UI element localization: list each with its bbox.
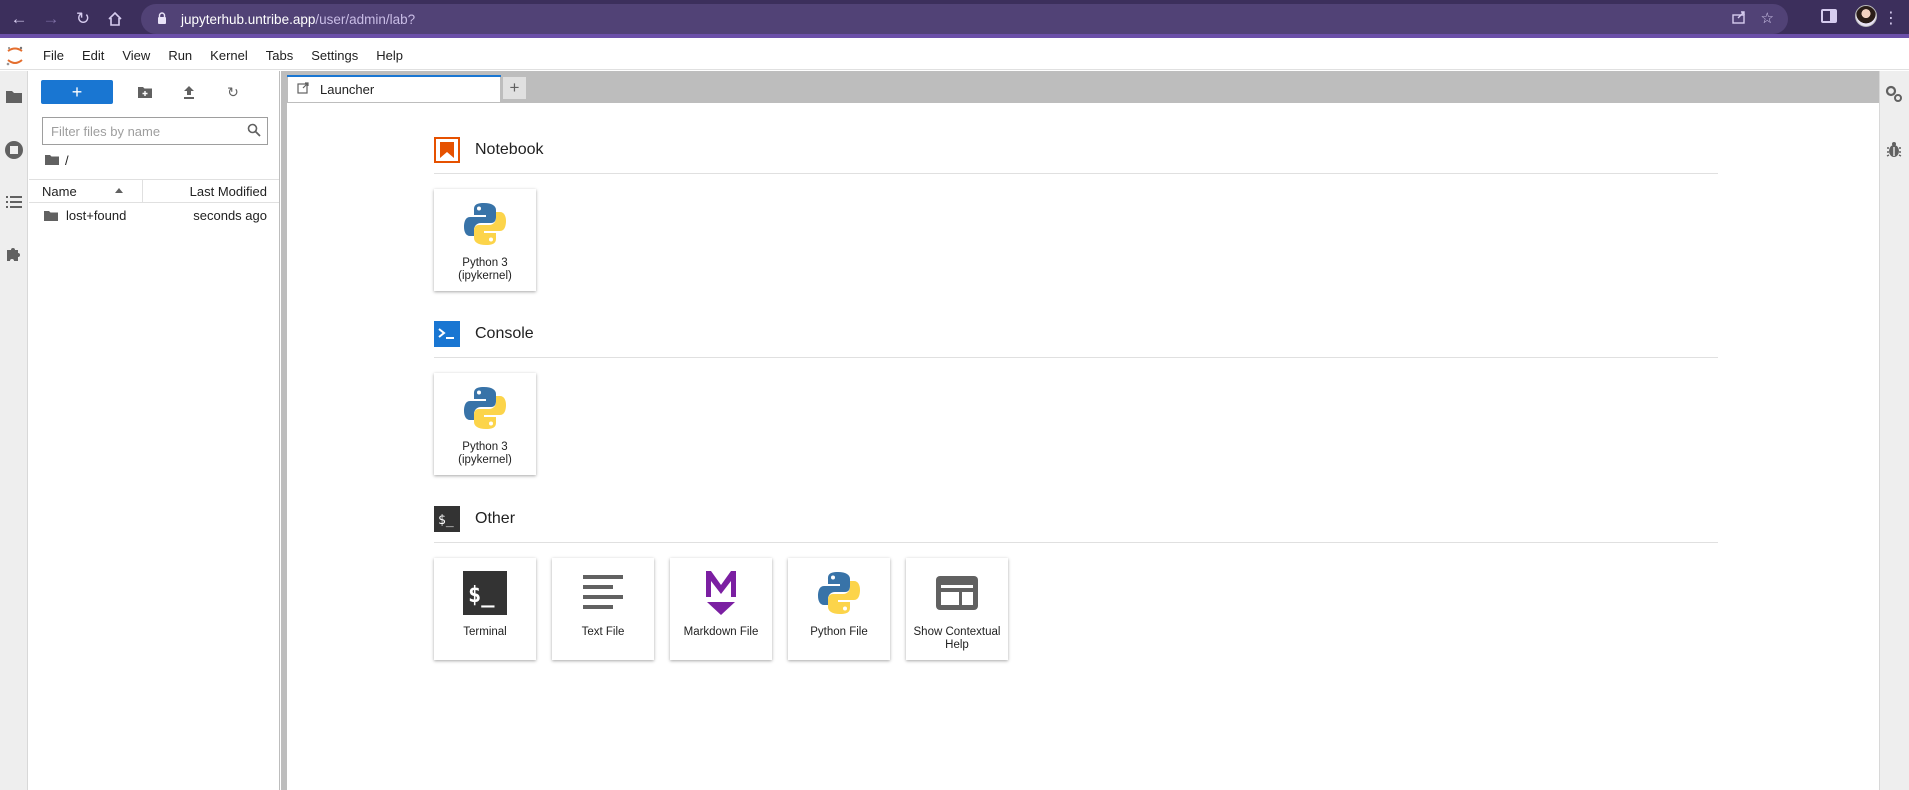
menu-view[interactable]: View bbox=[113, 42, 159, 70]
tab-label: Launcher bbox=[320, 82, 375, 97]
column-modified-header[interactable]: Last Modified bbox=[190, 184, 267, 199]
menu-file[interactable]: File bbox=[34, 42, 73, 70]
text-file-icon bbox=[578, 568, 628, 618]
menu-tabs[interactable]: Tabs bbox=[257, 42, 302, 70]
property-inspector-gears-icon[interactable] bbox=[1885, 85, 1903, 108]
column-name-header[interactable]: Name bbox=[42, 184, 77, 199]
share-icon[interactable] bbox=[1731, 9, 1747, 29]
filter-files-input[interactable] bbox=[43, 118, 233, 144]
launcher-card-terminal[interactable]: $_ Terminal bbox=[434, 558, 536, 660]
home-icon[interactable] bbox=[102, 6, 128, 32]
python-logo-icon bbox=[460, 383, 510, 433]
contextual-help-icon bbox=[932, 568, 982, 618]
file-name: lost+found bbox=[66, 208, 127, 223]
search-icon bbox=[247, 123, 261, 142]
launcher-card-python-file[interactable]: Python File bbox=[788, 558, 890, 660]
section-header: Console bbox=[434, 321, 1718, 358]
table-of-contents-icon[interactable] bbox=[3, 191, 25, 213]
markdown-icon bbox=[696, 568, 746, 618]
home-folder-icon[interactable] bbox=[45, 153, 59, 168]
file-list-header: Name Last Modified bbox=[29, 179, 279, 203]
section-title: Other bbox=[475, 510, 516, 527]
terminal-section-icon: $_ bbox=[434, 506, 460, 532]
card-row: Python 3 (ipykernel) bbox=[434, 189, 536, 291]
launcher-card-markdown-file[interactable]: Markdown File bbox=[670, 558, 772, 660]
python-logo-icon bbox=[814, 568, 864, 618]
forward-icon[interactable]: → bbox=[38, 6, 64, 32]
file-list-item[interactable]: lost+found seconds ago bbox=[29, 205, 279, 227]
lock-icon[interactable] bbox=[157, 11, 171, 27]
browser-toolbar: ← → ↻ jupyterhub.untribe.app/user/admin/… bbox=[0, 0, 1909, 38]
file-browser-toolbar: + ↻ bbox=[41, 80, 245, 104]
launcher-section-notebook: Notebook Python 3 (ipykernel) bbox=[434, 137, 1718, 291]
breadcrumb-root[interactable]: / bbox=[65, 153, 69, 168]
side-panel-icon[interactable] bbox=[1821, 9, 1837, 23]
section-title: Console bbox=[475, 325, 534, 342]
section-title: Notebook bbox=[475, 141, 544, 158]
folder-icon bbox=[44, 209, 58, 224]
jupyter-menubar: File Edit View Run Kernel Tabs Settings … bbox=[0, 42, 1909, 70]
file-modified: seconds ago bbox=[193, 208, 267, 223]
tab-launcher[interactable]: Launcher bbox=[287, 75, 501, 103]
card-label: Text File bbox=[581, 626, 625, 638]
menu-run[interactable]: Run bbox=[159, 42, 201, 70]
url-path: /user/admin/lab? bbox=[315, 11, 416, 27]
card-label: Python 3 (ipykernel) bbox=[458, 257, 512, 282]
left-activity-bar bbox=[0, 71, 28, 790]
menu-kernel[interactable]: Kernel bbox=[201, 42, 257, 70]
jupyter-logo-icon bbox=[4, 45, 26, 67]
tab-bar: Launcher + bbox=[281, 71, 1879, 103]
card-row: $_ Terminal Text File Markdown File Pyth… bbox=[434, 558, 1008, 660]
menu-settings[interactable]: Settings bbox=[302, 42, 367, 70]
new-folder-icon[interactable] bbox=[133, 80, 157, 104]
address-bar[interactable]: jupyterhub.untribe.app/user/admin/lab? ☆ bbox=[141, 4, 1788, 34]
launcher-section-other: $_ Other $_ Terminal Text File Markdown … bbox=[434, 506, 1718, 660]
launcher-card-python3-console[interactable]: Python 3 (ipykernel) bbox=[434, 373, 536, 475]
card-label: Python 3 (ipykernel) bbox=[458, 441, 512, 466]
card-label: Python File bbox=[810, 626, 868, 638]
svg-text:$_: $_ bbox=[438, 513, 454, 528]
python-logo-icon bbox=[460, 199, 510, 249]
launcher-card-contextual-help[interactable]: Show Contextual Help bbox=[906, 558, 1008, 660]
launcher-panel: Notebook Python 3 (ipykernel) Console Py… bbox=[287, 102, 1879, 790]
menu-help[interactable]: Help bbox=[367, 42, 412, 70]
profile-avatar[interactable] bbox=[1855, 5, 1877, 27]
terminal-icon: $_ bbox=[460, 568, 510, 618]
add-tab-button[interactable]: + bbox=[502, 76, 527, 100]
card-label: Markdown File bbox=[683, 626, 759, 638]
filter-files-field[interactable] bbox=[42, 117, 268, 145]
column-divider[interactable] bbox=[142, 180, 143, 202]
file-browser-panel: + ↻ / Name Last Modified lost+found seco… bbox=[29, 71, 280, 790]
address-text: jupyterhub.untribe.app/user/admin/lab? bbox=[181, 12, 415, 27]
notebook-icon bbox=[434, 137, 460, 163]
launcher-card-python3-notebook[interactable]: Python 3 (ipykernel) bbox=[434, 189, 536, 291]
upload-icon[interactable] bbox=[177, 80, 201, 104]
launcher-tab-icon bbox=[297, 82, 309, 97]
menu-edit[interactable]: Edit bbox=[73, 42, 113, 70]
console-icon bbox=[434, 321, 460, 347]
breadcrumb: / bbox=[45, 153, 69, 168]
reload-icon[interactable]: ↻ bbox=[70, 6, 96, 32]
sort-ascending-icon[interactable] bbox=[115, 188, 123, 193]
main-dock-area: Launcher + Notebook Python 3 (ipykernel) bbox=[281, 71, 1879, 790]
bookmark-star-icon[interactable]: ☆ bbox=[1761, 9, 1774, 29]
debugger-bug-icon[interactable] bbox=[1886, 141, 1902, 164]
card-label: Terminal bbox=[463, 626, 507, 638]
url-host: jupyterhub.untribe.app bbox=[181, 11, 316, 27]
launcher-section-console: Console Python 3 (ipykernel) bbox=[434, 321, 1718, 475]
svg-text:$_: $_ bbox=[468, 583, 495, 608]
launcher-card-text-file[interactable]: Text File bbox=[552, 558, 654, 660]
folder-icon[interactable] bbox=[3, 85, 25, 107]
browser-menu-icon[interactable]: ⋮ bbox=[1883, 8, 1899, 28]
card-label: Show Contextual Help bbox=[913, 626, 1001, 651]
refresh-icon[interactable]: ↻ bbox=[221, 80, 245, 104]
section-header: Notebook bbox=[434, 137, 1718, 174]
new-launcher-button[interactable]: + bbox=[41, 80, 113, 104]
back-icon[interactable]: ← bbox=[6, 6, 32, 32]
card-row: Python 3 (ipykernel) bbox=[434, 373, 536, 475]
extensions-puzzle-icon[interactable] bbox=[3, 243, 25, 265]
running-kernels-icon[interactable] bbox=[3, 139, 25, 161]
section-header: $_ Other bbox=[434, 506, 1718, 543]
right-activity-bar bbox=[1879, 71, 1909, 790]
